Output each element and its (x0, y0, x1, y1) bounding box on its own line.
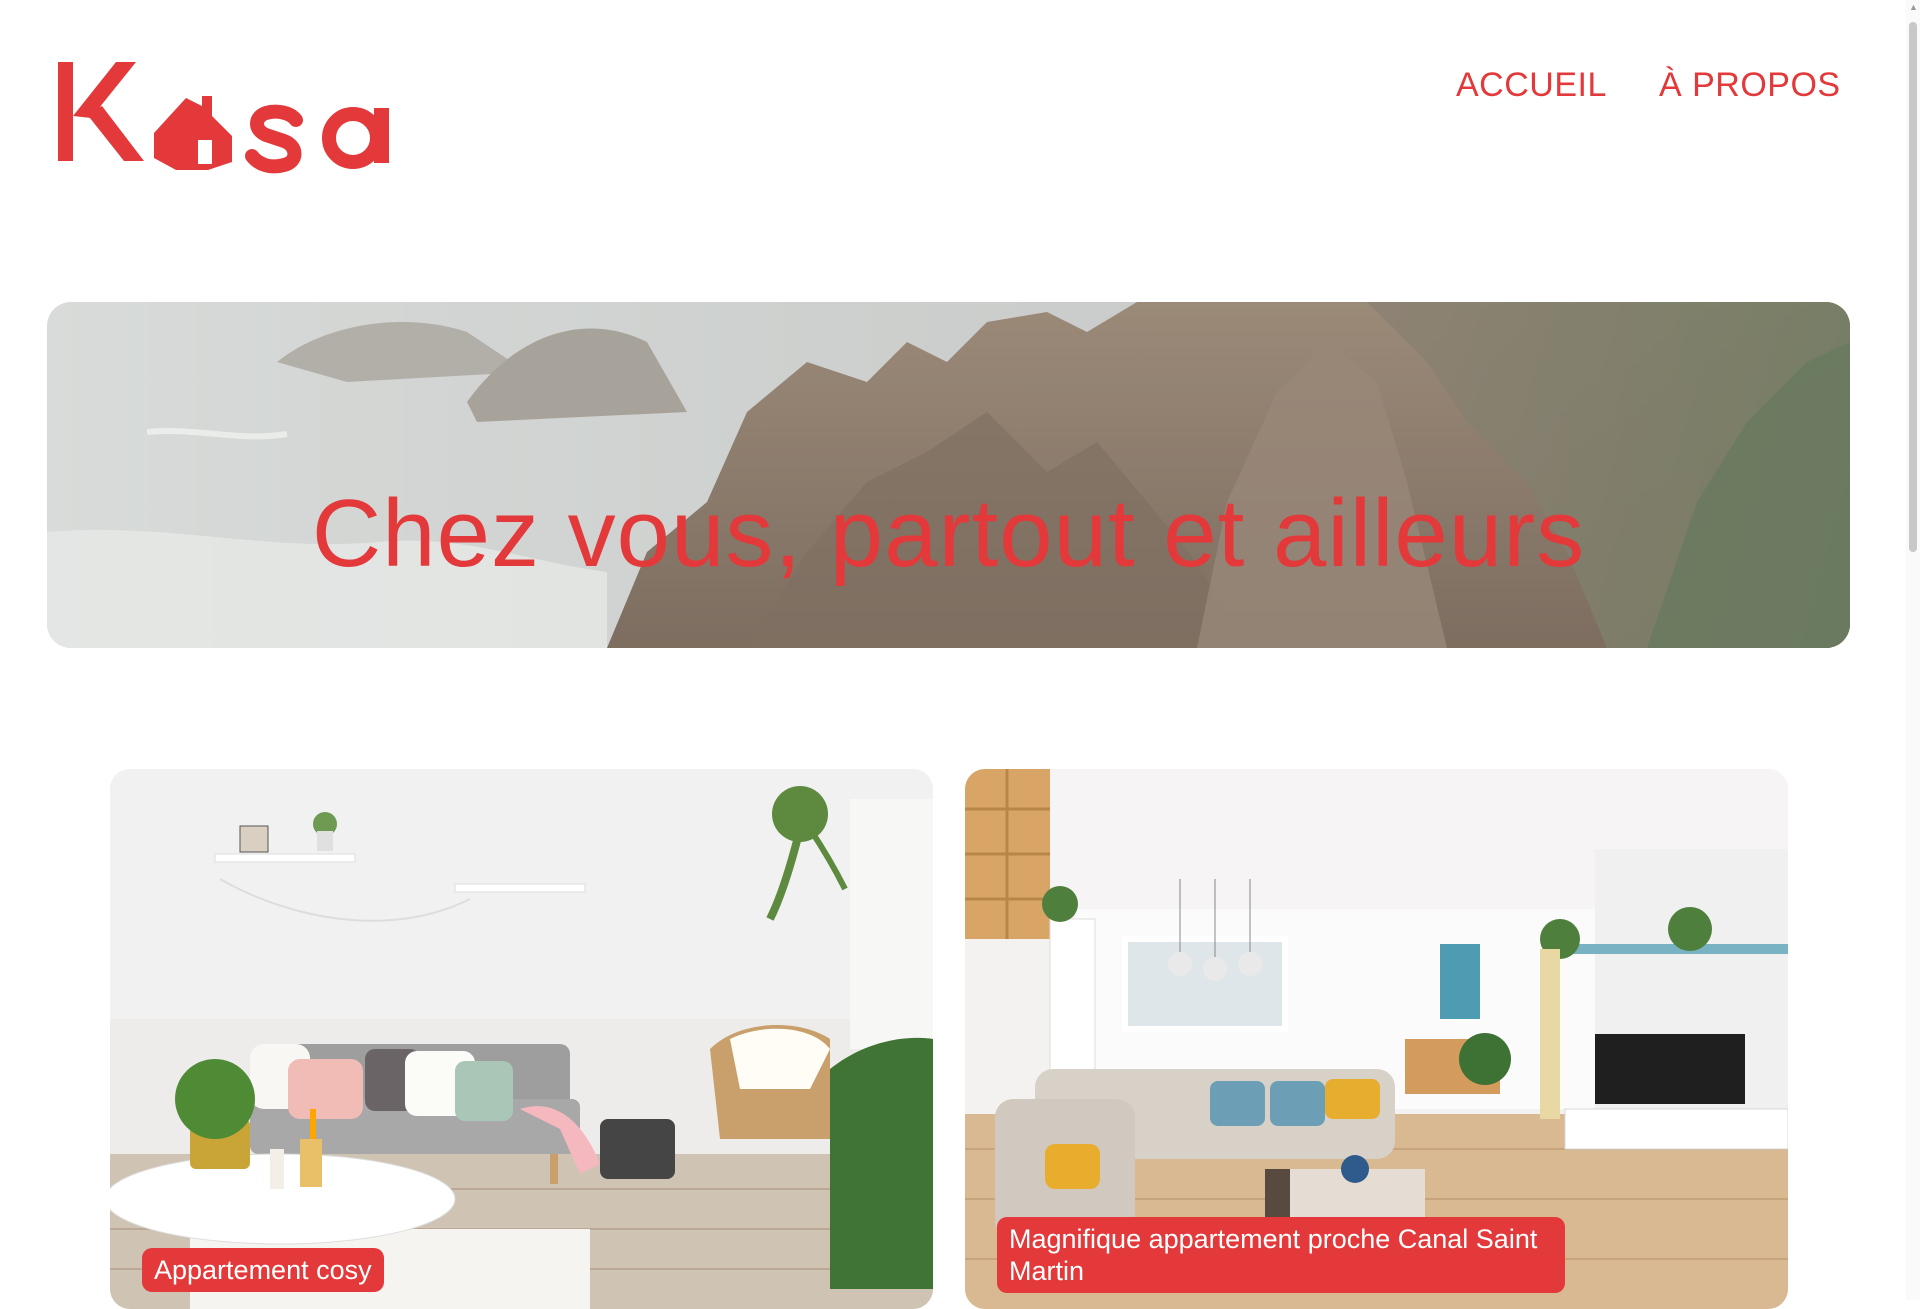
listing-title: Appartement cosy (142, 1248, 384, 1292)
scrollbar[interactable]: ▲ (1906, 0, 1920, 1300)
nav-home-link[interactable]: ACCUEIL (1456, 66, 1607, 105)
site-header: ACCUEIL À PROPOS (0, 0, 1900, 200)
hero-banner: Chez vous, partout et ailleurs (47, 302, 1850, 648)
scrollbar-thumb[interactable] (1909, 22, 1917, 552)
nav-about-link[interactable]: À PROPOS (1659, 66, 1841, 105)
living-room-photo (110, 769, 933, 1309)
scroll-up-arrow-icon[interactable]: ▲ (1909, 2, 1918, 12)
listing-card[interactable]: Appartement cosy (110, 769, 933, 1309)
listing-title: Magnifique appartement proche Canal Sain… (997, 1217, 1565, 1293)
kasa-logo-icon (58, 62, 389, 174)
banner-title: Chez vous, partout et ailleurs (311, 480, 1586, 588)
kasa-logo[interactable] (58, 58, 408, 176)
listing-card[interactable]: Magnifique appartement proche Canal Sain… (965, 769, 1788, 1309)
